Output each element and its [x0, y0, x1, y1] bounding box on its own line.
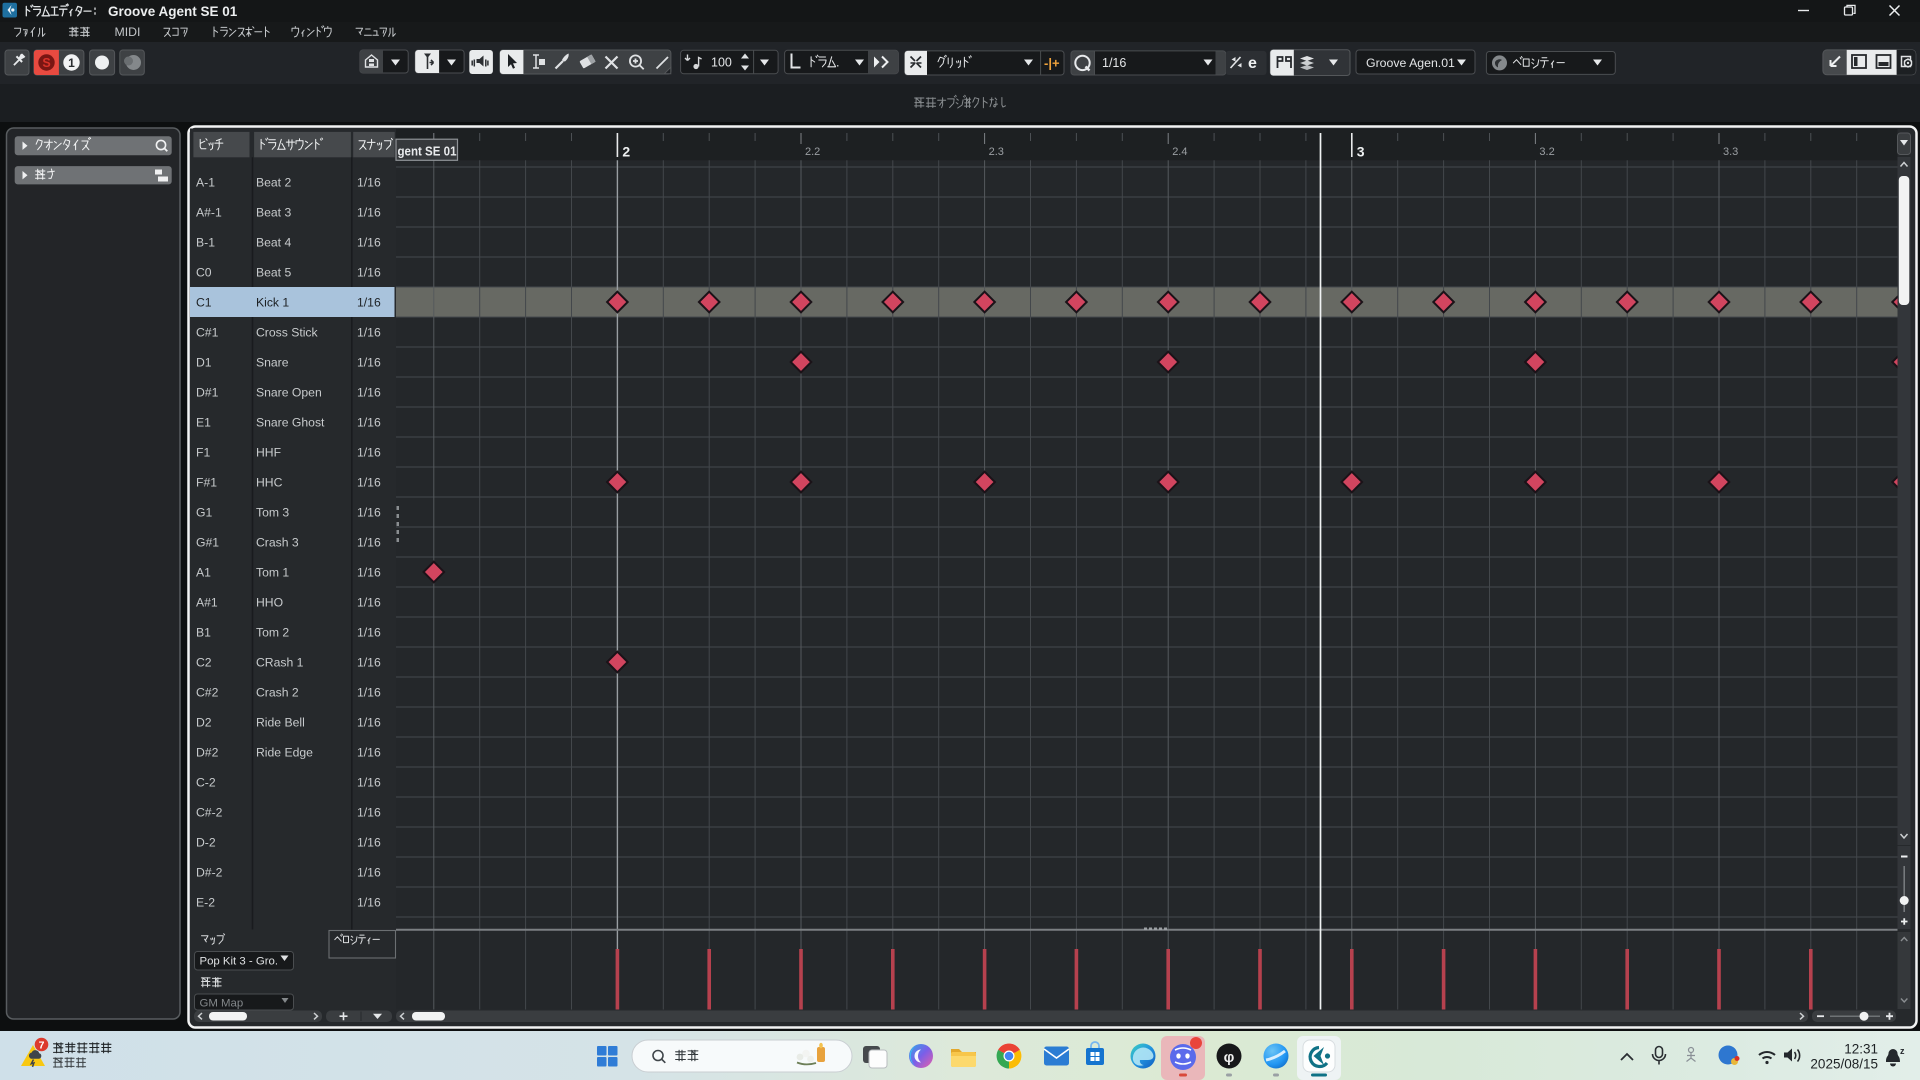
svg-text:G#1: G#1 — [196, 535, 219, 549]
svg-text:GM Map: GM Map — [200, 998, 244, 1010]
svg-text:.: . — [836, 56, 839, 70]
svg-text:C#-2: C#-2 — [196, 805, 223, 819]
svg-text:B-1: B-1 — [196, 235, 215, 249]
svg-text:D1: D1 — [196, 355, 212, 369]
svg-text:1/16: 1/16 — [357, 415, 381, 429]
svg-text:D#1: D#1 — [196, 385, 219, 399]
svg-text:1/16: 1/16 — [357, 235, 381, 249]
svg-text:A#1: A#1 — [196, 595, 218, 609]
svg-text:1/16: 1/16 — [357, 475, 381, 489]
svg-text:1/16: 1/16 — [357, 715, 381, 729]
svg-text:F1: F1 — [196, 445, 210, 459]
svg-text:B1: B1 — [196, 625, 211, 639]
svg-text:C0: C0 — [196, 265, 212, 279]
svg-text:1/16: 1/16 — [357, 745, 381, 759]
svg-text:Snare Open: Snare Open — [256, 385, 322, 399]
svg-text:3.2: 3.2 — [1539, 146, 1554, 158]
svg-text:3: 3 — [1357, 144, 1365, 160]
svg-text:1/16: 1/16 — [357, 865, 381, 879]
svg-text:S: S — [42, 56, 50, 70]
svg-text:D#-2: D#-2 — [196, 865, 223, 879]
svg-text:Ride Bell: Ride Bell — [256, 715, 305, 729]
svg-text:C#2: C#2 — [196, 685, 219, 699]
svg-text:2: 2 — [622, 144, 630, 160]
svg-text:Snare Ghost: Snare Ghost — [256, 415, 325, 429]
svg-text:1/16: 1/16 — [357, 205, 381, 219]
svg-text:Beat 2: Beat 2 — [256, 175, 291, 189]
svg-text:C#1: C#1 — [196, 325, 219, 339]
svg-text:3.3: 3.3 — [1723, 146, 1738, 158]
svg-text:100: 100 — [711, 56, 732, 70]
svg-text:1/16: 1/16 — [357, 385, 381, 399]
svg-text:1/16: 1/16 — [357, 355, 381, 369]
svg-text:2.2: 2.2 — [805, 146, 820, 158]
svg-text:D2: D2 — [196, 715, 212, 729]
svg-text:1/16: 1/16 — [357, 445, 381, 459]
svg-text:1/16: 1/16 — [357, 505, 381, 519]
svg-text:1: 1 — [68, 56, 75, 70]
svg-text:e: e — [1248, 55, 1257, 72]
svg-text:A1: A1 — [196, 565, 211, 579]
svg-text:C2: C2 — [196, 655, 212, 669]
svg-text:MIDI: MIDI — [115, 25, 141, 39]
svg-text:F#1: F#1 — [196, 475, 217, 489]
svg-text:Beat 5: Beat 5 — [256, 265, 291, 279]
svg-text:1/16: 1/16 — [357, 625, 381, 639]
svg-text:1/16: 1/16 — [357, 775, 381, 789]
svg-text:gent SE 01: gent SE 01 — [398, 145, 457, 159]
svg-text:C-2: C-2 — [196, 775, 216, 789]
svg-text:1/16: 1/16 — [357, 595, 381, 609]
svg-text:2.4: 2.4 — [1172, 146, 1187, 158]
svg-text:Tom 3: Tom 3 — [256, 505, 289, 519]
svg-text:Beat 4: Beat 4 — [256, 235, 291, 249]
svg-text:Tom 1: Tom 1 — [256, 565, 289, 579]
svg-text:1/16: 1/16 — [357, 325, 381, 339]
svg-text:-|+: -|+ — [1044, 56, 1060, 71]
svg-text:1/16: 1/16 — [357, 835, 381, 849]
svg-text:12:31: 12:31 — [1844, 1042, 1878, 1057]
svg-text:1/16: 1/16 — [357, 535, 381, 549]
svg-text:Ride Edge: Ride Edge — [256, 745, 313, 759]
svg-text:1/16: 1/16 — [357, 685, 381, 699]
svg-text:Snare: Snare — [256, 355, 289, 369]
svg-text:7: 7 — [39, 1040, 45, 1052]
svg-text:A-1: A-1 — [196, 175, 215, 189]
svg-text:1/16: 1/16 — [1102, 56, 1126, 70]
svg-text:HHF: HHF — [256, 445, 281, 459]
svg-text:E1: E1 — [196, 415, 211, 429]
svg-text:D#2: D#2 — [196, 745, 219, 759]
svg-text:Tom 2: Tom 2 — [256, 625, 289, 639]
svg-text:2.3: 2.3 — [989, 146, 1004, 158]
svg-text:HHC: HHC — [256, 475, 283, 489]
svg-text:1/16: 1/16 — [357, 295, 381, 309]
svg-text:Kick 1: Kick 1 — [256, 295, 289, 309]
svg-text:z: z — [1900, 1046, 1905, 1056]
svg-text:1/16: 1/16 — [357, 175, 381, 189]
svg-text:C1: C1 — [196, 295, 212, 309]
svg-text:Groove Agent SE 01: Groove Agent SE 01 — [108, 4, 238, 19]
svg-text:1/16: 1/16 — [357, 805, 381, 819]
svg-text:1/16: 1/16 — [357, 565, 381, 579]
svg-text:Beat 3: Beat 3 — [256, 205, 291, 219]
svg-text:G1: G1 — [196, 505, 212, 519]
svg-text:D-2: D-2 — [196, 835, 216, 849]
svg-text:A#-1: A#-1 — [196, 205, 222, 219]
svg-text:CRash 1: CRash 1 — [256, 655, 304, 669]
svg-text:E-2: E-2 — [196, 895, 215, 909]
svg-text:Crash 3: Crash 3 — [256, 535, 299, 549]
svg-text:HHO: HHO — [256, 595, 283, 609]
svg-text:2025/08/15: 2025/08/15 — [1810, 1057, 1878, 1072]
svg-text:Pop Kit 3 - Gro.: Pop Kit 3 - Gro. — [200, 956, 279, 968]
svg-text:φ: φ — [1224, 1049, 1235, 1066]
svg-text:Cross Stick: Cross Stick — [256, 325, 319, 339]
svg-text:1/16: 1/16 — [357, 655, 381, 669]
svg-text:1/16: 1/16 — [357, 895, 381, 909]
svg-text:Groove Agen.01: Groove Agen.01 — [1366, 56, 1455, 70]
svg-text:1/16: 1/16 — [357, 265, 381, 279]
svg-text:Crash 2: Crash 2 — [256, 685, 299, 699]
